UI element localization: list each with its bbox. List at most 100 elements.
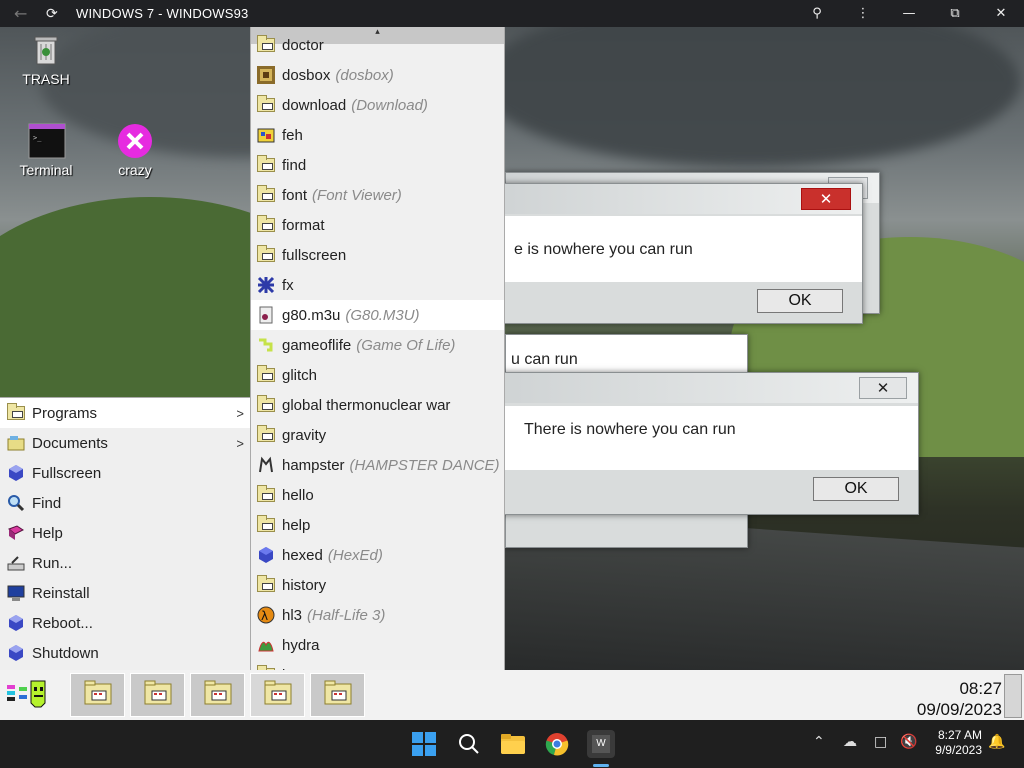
- program-item[interactable]: find: [251, 150, 504, 180]
- w93-clock[interactable]: 08:27 09/09/2023: [917, 678, 1002, 720]
- chevron-up-icon[interactable]: ⌃: [813, 734, 825, 750]
- folder-app-icon: [203, 680, 233, 710]
- w93-start-button[interactable]: [5, 677, 51, 711]
- close-icon[interactable]: ✕: [801, 188, 851, 210]
- dialog-alert-3: ✕ There is nowhere you can run OK: [498, 372, 919, 515]
- file-explorer-icon[interactable]: [499, 730, 527, 758]
- start-menu-reboot[interactable]: Reboot...: [0, 608, 250, 638]
- folder-app-icon: [256, 155, 276, 175]
- program-item[interactable]: hexed (HexEd): [251, 540, 504, 570]
- volume-muted-icon[interactable]: 🔇: [900, 734, 917, 750]
- help-book-icon: [6, 524, 26, 542]
- program-item[interactable]: g80.m3u (G80.M3U): [251, 300, 504, 330]
- start-menu-fullscreen[interactable]: Fullscreen: [0, 458, 250, 488]
- dialog-message: e is nowhere you can run: [496, 216, 862, 282]
- folder-app-icon: [256, 515, 276, 535]
- program-item[interactable]: download (Download): [251, 90, 504, 120]
- taskbar-window-button[interactable]: [250, 673, 305, 717]
- folder-app-icon: [256, 575, 276, 595]
- folder-app-icon: [256, 365, 276, 385]
- taskbar-window-button[interactable]: [70, 673, 125, 717]
- start-menu-shutdown[interactable]: Shutdown: [0, 638, 250, 668]
- program-item[interactable]: help: [251, 510, 504, 540]
- program-item[interactable]: ie6: [251, 660, 504, 670]
- program-item[interactable]: format: [251, 210, 504, 240]
- program-item[interactable]: font (Font Viewer): [251, 180, 504, 210]
- w93-taskbar: 08:27 09/09/2023: [0, 670, 1024, 720]
- minimize-icon[interactable]: —: [886, 0, 932, 27]
- desktop-icon-label: Terminal: [19, 162, 73, 178]
- start-menu-documents[interactable]: Documents >: [0, 428, 250, 458]
- reboot-icon: [6, 614, 26, 632]
- svg-text:λ: λ: [261, 609, 268, 623]
- search-icon[interactable]: [455, 730, 483, 758]
- submenu-arrow-icon: >: [236, 405, 244, 421]
- hampster-icon: [256, 455, 276, 475]
- close-icon[interactable]: ✕: [978, 0, 1024, 27]
- app-title-bar: ← ⟳ WINDOWS 7 - WINDOWS93 ⚲ ⋮ — ⧉ ✕: [0, 0, 1024, 27]
- program-item[interactable]: hydra: [251, 630, 504, 660]
- program-item[interactable]: fx: [251, 270, 504, 300]
- w93-clock-time: 08:27: [959, 679, 1002, 698]
- program-item[interactable]: glitch: [251, 360, 504, 390]
- programs-icon: [6, 403, 26, 422]
- start-menu-programs[interactable]: Programs >: [0, 398, 250, 428]
- program-item[interactable]: gameoflife (Game Of Life): [251, 330, 504, 360]
- svg-text:>_: >_: [33, 134, 42, 142]
- documents-icon: [6, 434, 26, 452]
- desktop-icon-crazy[interactable]: crazy: [100, 123, 170, 178]
- start-menu-run[interactable]: Run...: [0, 548, 250, 578]
- start-menu-help[interactable]: Help: [0, 518, 250, 548]
- program-item[interactable]: λ hl3 (Half-Life 3): [251, 600, 504, 630]
- desktop-icon-trash[interactable]: TRASH: [11, 32, 81, 87]
- program-item[interactable]: hampster (HAMPSTER DANCE): [251, 450, 504, 480]
- wallpaper-cloud: [480, 27, 1020, 167]
- program-item[interactable]: dosbox (dosbox): [251, 60, 504, 90]
- onedrive-offline-icon[interactable]: ☁: [843, 734, 857, 750]
- start-menu-find[interactable]: Find: [0, 488, 250, 518]
- reload-icon[interactable]: ⟳: [46, 6, 68, 22]
- program-item[interactable]: doctor: [251, 30, 504, 60]
- chrome-icon[interactable]: [543, 730, 571, 758]
- programs-submenu: ▴ doctor dosbox (dosbox) download (Downloa…: [250, 27, 505, 670]
- reinstall-icon: [6, 584, 26, 602]
- taskbar-window-button[interactable]: [310, 673, 365, 717]
- taskbar-window-button[interactable]: [130, 673, 185, 717]
- folder-app-icon: [256, 35, 276, 55]
- trash-icon: [28, 32, 64, 68]
- program-item[interactable]: feh: [251, 120, 504, 150]
- windows-start-icon[interactable]: [410, 730, 438, 758]
- taskbar-window-button[interactable]: [190, 673, 245, 717]
- program-item[interactable]: hello: [251, 480, 504, 510]
- close-icon[interactable]: ✕: [859, 377, 907, 399]
- more-options-icon[interactable]: ⋮: [840, 0, 886, 27]
- folder-app-icon: [323, 680, 353, 710]
- notification-bell-icon[interactable]: 🔔: [988, 734, 1005, 750]
- dialog-title-bar[interactable]: [499, 373, 918, 403]
- system-clock[interactable]: 8:27 AM 9/9/2023: [935, 728, 982, 758]
- scrollbar[interactable]: [1004, 674, 1022, 718]
- network-icon[interactable]: □: [874, 734, 887, 750]
- crazy-icon: [117, 123, 153, 159]
- zoom-icon[interactable]: ⚲: [794, 0, 840, 27]
- find-icon: [6, 494, 26, 512]
- fullscreen-icon: [6, 464, 26, 482]
- ok-button[interactable]: OK: [757, 289, 843, 313]
- restore-icon[interactable]: ⧉: [932, 0, 978, 27]
- desktop-icon-label: crazy: [118, 162, 152, 178]
- windows93-app-icon[interactable]: W: [587, 730, 615, 758]
- program-item[interactable]: fullscreen: [251, 240, 504, 270]
- folder-app-icon: [256, 425, 276, 445]
- dialog-message: u can run: [506, 335, 747, 375]
- program-item[interactable]: history: [251, 570, 504, 600]
- m3u-file-icon: [256, 305, 276, 325]
- folder-app-icon: [143, 680, 173, 710]
- start-menu-reinstall[interactable]: Reinstall: [0, 578, 250, 608]
- shutdown-icon: [6, 644, 26, 662]
- program-item[interactable]: global thermonuclear war: [251, 390, 504, 420]
- back-arrow-icon[interactable]: ←: [14, 4, 36, 23]
- desktop-icon-terminal[interactable]: >_ Terminal: [11, 123, 81, 178]
- program-item[interactable]: gravity: [251, 420, 504, 450]
- gameoflife-icon: [256, 335, 276, 355]
- ok-button[interactable]: OK: [813, 477, 899, 501]
